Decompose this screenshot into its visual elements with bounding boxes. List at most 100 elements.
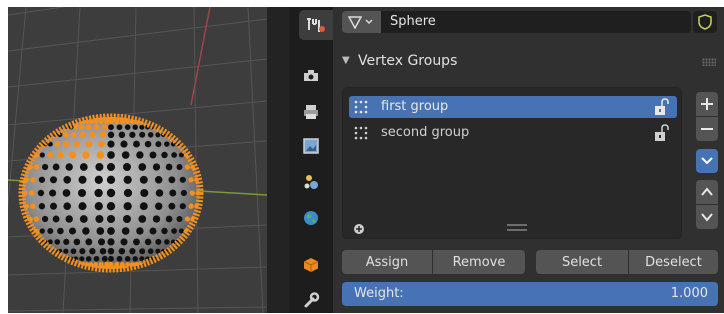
vertex-dot: [152, 215, 161, 223]
vertex-dot: [132, 256, 138, 262]
filter-options-icon[interactable]: [353, 223, 365, 235]
vertex-dot: [106, 202, 116, 211]
vertex-dot: [155, 238, 162, 245]
vertex-dot: [149, 227, 157, 235]
list-resize-handle[interactable]: [507, 224, 527, 231]
modifiers-tab[interactable]: [296, 285, 326, 314]
vertex-dot: [63, 141, 70, 148]
vertex-groups-panel-header[interactable]: ▼ Vertex Groups: [333, 49, 724, 75]
list-item-label[interactable]: first group: [381, 99, 448, 114]
vertex-dot: [168, 176, 176, 184]
3d-viewport[interactable]: [8, 7, 267, 313]
vertex-dot: [65, 163, 73, 171]
output-tab[interactable]: [296, 97, 326, 127]
vertex-dot: [79, 124, 85, 130]
remove-group-button[interactable]: [696, 117, 718, 141]
editor-divider[interactable]: [267, 7, 289, 313]
vertex-dot: [47, 239, 53, 245]
vertex-dot: [120, 140, 128, 148]
add-group-button[interactable]: [696, 92, 718, 116]
view-layer-tab[interactable]: [296, 131, 326, 161]
weight-slider[interactable]: Weight: 1.000: [342, 282, 718, 306]
vertex-dot: [93, 124, 100, 131]
vertex-dot: [188, 203, 194, 209]
vertex-dot: [123, 202, 132, 211]
vertex-dot: [147, 132, 154, 138]
list-item[interactable]: second group: [349, 122, 677, 144]
vertex-group-icon: [354, 126, 368, 140]
camera-back-icon: [304, 70, 318, 81]
render-tab[interactable]: [296, 61, 326, 91]
image-icon: [303, 138, 319, 154]
vertex-dot: [161, 227, 168, 235]
vertex-dot: [176, 216, 183, 222]
vertex-dot: [124, 124, 131, 131]
vertex-dot: [169, 189, 177, 197]
vertex-dot: [82, 227, 90, 235]
move-up-button[interactable]: [696, 180, 718, 204]
vertex-dot: [73, 140, 81, 148]
object-name-field[interactable]: Sphere: [381, 11, 691, 33]
world-tab[interactable]: [296, 203, 326, 233]
vertex-dot: [82, 151, 90, 159]
tool-icon: [307, 18, 325, 32]
vertex-dot: [38, 176, 46, 183]
vertex-dot: [152, 163, 161, 171]
vertex-dot: [144, 238, 152, 246]
vertex-dot: [33, 164, 40, 170]
vertex-dot: [147, 248, 154, 254]
vertex-dot: [107, 131, 115, 139]
vertex-dot: [47, 228, 54, 234]
vertex-dot: [118, 247, 126, 255]
viewport-scene: [8, 7, 267, 313]
move-down-button[interactable]: [696, 205, 718, 229]
vertex-dot: [79, 131, 86, 138]
cube-icon: [303, 258, 319, 272]
fake-user-button[interactable]: [693, 11, 717, 33]
vertex-dot: [63, 248, 69, 254]
vertex-group-list[interactable]: first group second group: [342, 87, 682, 239]
collapse-arrow-icon[interactable]: ▼: [342, 55, 350, 66]
remove-button[interactable]: Remove: [433, 250, 525, 274]
vertex-dot: [49, 189, 57, 197]
vertex-dot: [94, 202, 103, 211]
vertex-dot: [106, 175, 116, 184]
panel-title: Vertex Groups: [358, 53, 458, 69]
vertex-dot: [144, 140, 152, 148]
drag-grip-icon[interactable]: [702, 58, 716, 66]
tool-tab[interactable]: [299, 10, 333, 40]
list-item[interactable]: first group: [349, 96, 677, 118]
panel-header: Sphere: [333, 7, 724, 39]
vertex-dot: [101, 255, 108, 262]
vertex-dot: [123, 163, 131, 171]
object-tab[interactable]: [296, 250, 326, 280]
vertex-dot: [57, 151, 64, 159]
vertex-dot: [85, 124, 92, 130]
vertex-dot: [42, 163, 49, 171]
deselect-button[interactable]: Deselect: [629, 250, 718, 274]
scene-tab[interactable]: [296, 167, 326, 197]
vertex-dot: [106, 188, 116, 198]
vertex-dot: [139, 131, 146, 138]
vertex-dot: [39, 228, 45, 234]
vertex-dot: [93, 255, 100, 262]
select-button[interactable]: Select: [536, 250, 628, 274]
vertex-dot: [189, 190, 195, 196]
globe-icon: [304, 211, 318, 225]
datablock-dropdown[interactable]: [342, 11, 381, 33]
triangle-up-icon: [701, 187, 713, 196]
list-item-label[interactable]: second group: [381, 125, 469, 140]
specials-menu-button[interactable]: [696, 149, 718, 173]
vertex-dot: [138, 163, 147, 171]
vertex-dot: [107, 227, 115, 235]
vertex-dot: [107, 247, 115, 255]
unlock-icon[interactable]: [653, 98, 671, 116]
assign-button[interactable]: Assign: [342, 250, 432, 274]
vertex-dot: [95, 214, 104, 224]
vertex-dot: [57, 227, 64, 235]
vertex-dot: [78, 202, 87, 211]
vertex-dot: [168, 202, 176, 210]
vertex-dot: [94, 188, 103, 198]
vertex-dot: [179, 176, 186, 183]
unlock-icon[interactable]: [653, 124, 671, 142]
